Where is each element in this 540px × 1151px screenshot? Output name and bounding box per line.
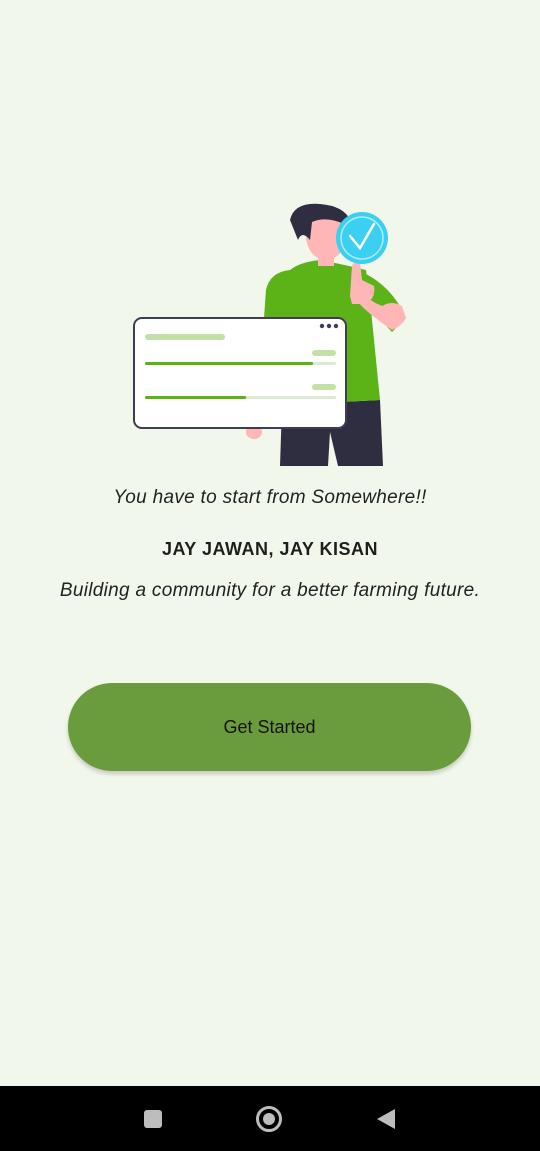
more-dots-icon bbox=[319, 323, 325, 329]
tagline: You have to start from Somewhere!! bbox=[113, 487, 427, 508]
recents-button[interactable] bbox=[113, 1086, 193, 1151]
get-started-label: Get Started bbox=[223, 716, 316, 737]
slogan: JAY JAWAN, JAY KISAN bbox=[161, 539, 379, 559]
progress-fill-2 bbox=[145, 396, 247, 399]
checkmark-badge-icon bbox=[336, 212, 388, 264]
card-tag-1 bbox=[312, 350, 336, 356]
subtitle: Building a community for a better farmin… bbox=[59, 580, 481, 601]
home-button[interactable] bbox=[229, 1086, 309, 1151]
shirt-sleeve-left bbox=[264, 270, 292, 320]
card-tag-2 bbox=[312, 384, 336, 390]
onboarding-screen: You have to start from Somewhere!! JAY J… bbox=[0, 0, 540, 1151]
get-started-button[interactable]: Get Started bbox=[68, 683, 471, 771]
back-button[interactable] bbox=[346, 1086, 426, 1151]
square-icon bbox=[144, 1109, 162, 1128]
progress-fill-1 bbox=[145, 362, 314, 365]
person-thumbs-up-illustration bbox=[133, 203, 406, 466]
circle-icon bbox=[256, 1105, 282, 1132]
card-heading-line bbox=[145, 334, 225, 340]
triangle-back-icon bbox=[377, 1108, 395, 1129]
system-navigation-bar bbox=[0, 1086, 540, 1151]
